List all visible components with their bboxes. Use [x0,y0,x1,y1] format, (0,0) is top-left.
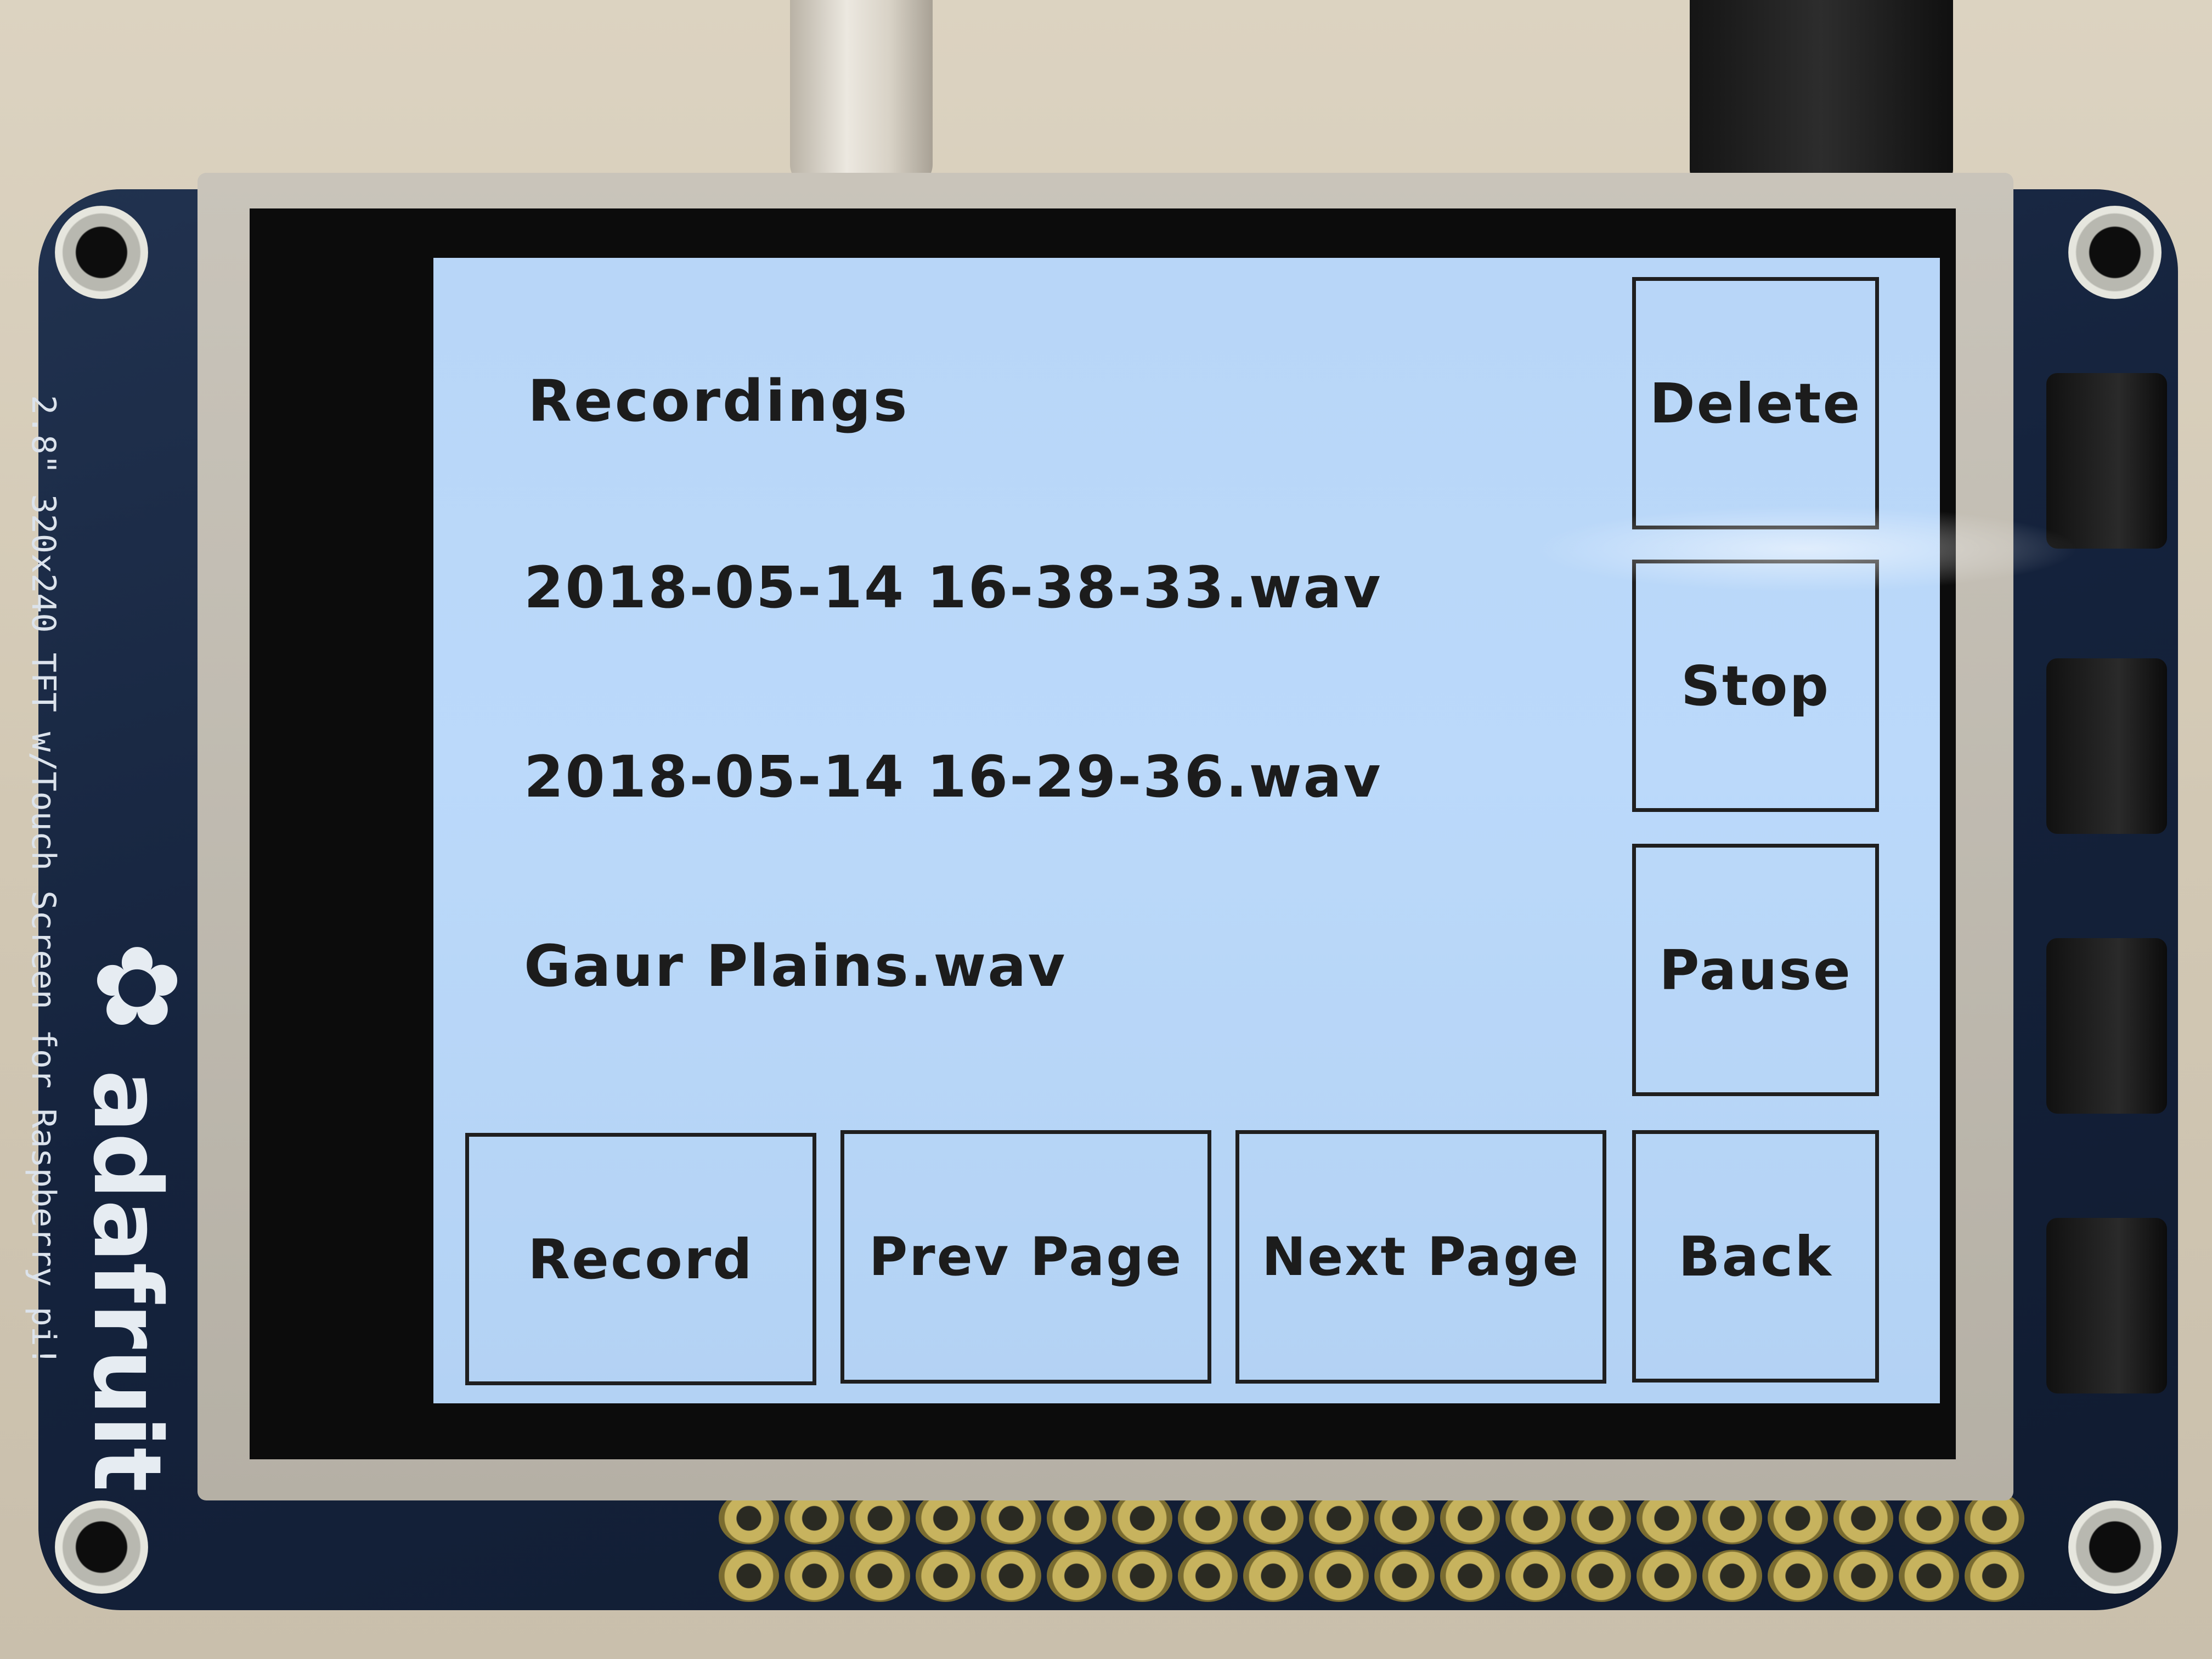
gpio-pin [850,1550,910,1602]
hardware-buttons [2046,373,2167,1443]
adafruit-flower-icon: ✿ [91,923,183,1051]
mounting-hole [55,206,148,299]
recording-item[interactable]: 2018-05-14 16-38-33.wav [524,554,1383,621]
hardware-button[interactable] [2046,938,2167,1114]
power-cable [1690,0,1953,181]
gpio-pin [1374,1550,1435,1602]
gpio-pin [719,1550,779,1602]
photo-scene: 2.8" 320x240 TFT w/Touch Screen for Rasp… [0,0,2212,1659]
hardware-button[interactable] [2046,658,2167,834]
hardware-button[interactable] [2046,373,2167,549]
gpio-pin [784,1550,844,1602]
gpio-pin [1177,1550,1238,1602]
delete-button[interactable]: Delete [1632,277,1879,529]
prev-page-button[interactable]: Prev Page [840,1130,1211,1384]
next-page-button[interactable]: Next Page [1235,1130,1606,1384]
gpio-pin [1768,1550,1828,1602]
usb-cable [790,0,933,187]
hardware-button[interactable] [2046,1218,2167,1393]
gpio-pin [981,1550,1041,1602]
gpio-pin [1505,1550,1566,1602]
gpio-pin [1571,1550,1631,1602]
gpio-pin [915,1550,975,1602]
stop-button[interactable]: Stop [1632,560,1879,812]
gpio-pin [1702,1550,1762,1602]
gpio-pin [1440,1550,1500,1602]
recording-item[interactable]: 2018-05-14 16-29-36.wav [524,743,1383,810]
gpio-pin [1964,1550,2024,1602]
touch-screen: Recordings 2018-05-14 16-38-33.wav 2018-… [433,258,1940,1403]
recording-item[interactable]: Gaur Plains.wav [524,933,1066,1000]
gpio-pin [1899,1550,1959,1602]
gpio-header [719,1492,2024,1602]
back-button[interactable]: Back [1632,1130,1879,1383]
gpio-pin [1046,1550,1107,1602]
brand-logo: adafruit [72,1070,181,1492]
gpio-pin [1637,1550,1697,1602]
mounting-hole [55,1500,148,1594]
board-silkscreen: 2.8" 320x240 TFT w/Touch Screen for Rasp… [24,395,63,1366]
record-button[interactable]: Record [465,1133,816,1385]
page-title: Recordings [528,368,910,435]
mounting-hole [2068,206,2162,299]
mounting-hole [2068,1500,2162,1594]
gpio-pin [1308,1550,1369,1602]
pause-button[interactable]: Pause [1632,844,1879,1096]
gpio-pin [1112,1550,1172,1602]
gpio-pin [1243,1550,1304,1602]
gpio-pin [1833,1550,1893,1602]
